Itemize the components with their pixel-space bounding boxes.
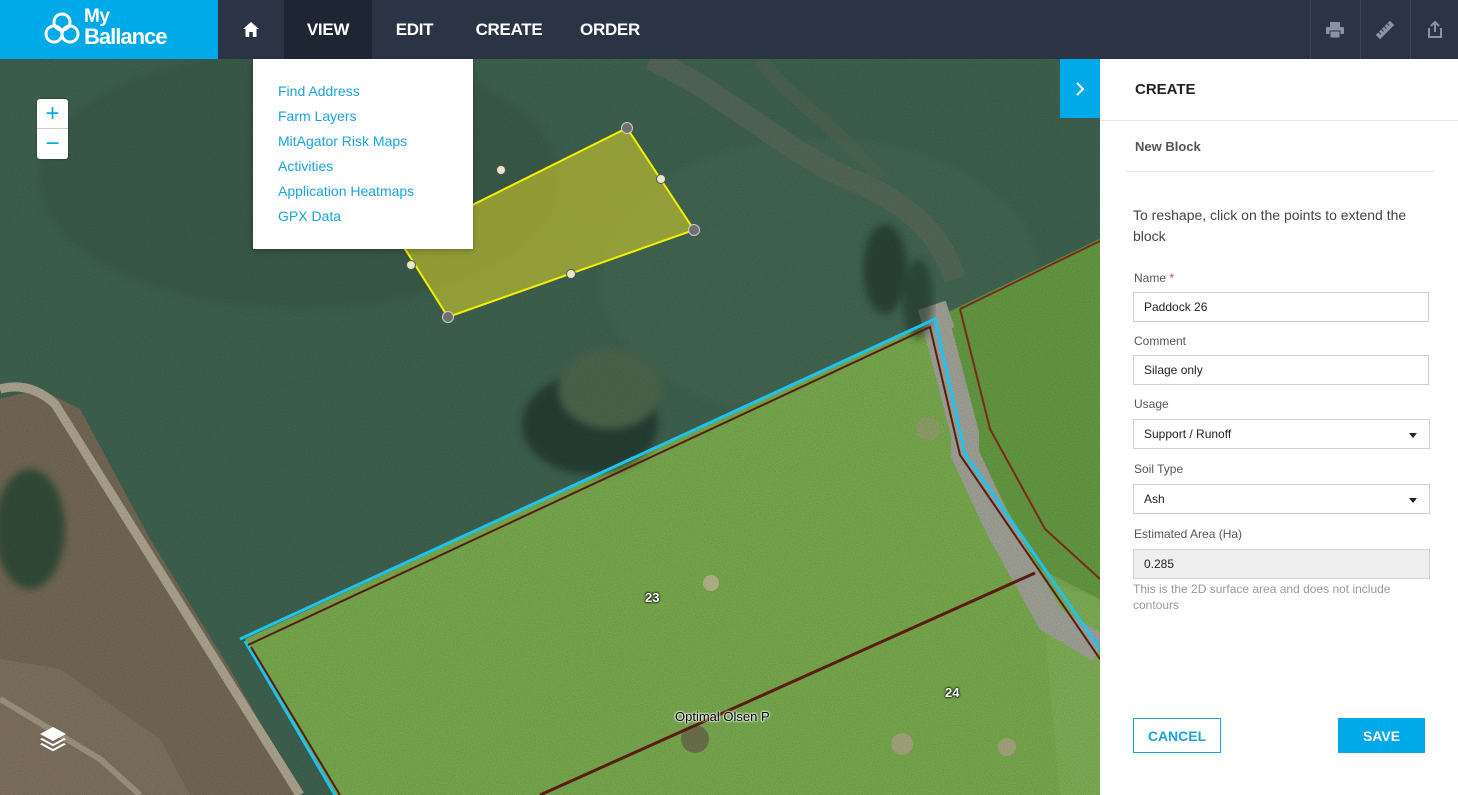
- menu-item-mitagator-risk-maps[interactable]: MitAgator Risk Maps: [253, 131, 473, 156]
- usage-select[interactable]: Support / Runoff: [1133, 419, 1430, 449]
- chevron-right-icon: [1076, 81, 1085, 96]
- area-label: Estimated Area (Ha): [1134, 527, 1243, 541]
- create-panel: CREATE New Block To reshape, click on th…: [1100, 59, 1458, 795]
- layers-button[interactable]: [38, 724, 70, 756]
- area-field: 0.285: [1133, 549, 1430, 579]
- share-icon: [1428, 21, 1442, 38]
- reshape-instructions: To reshape, click on the points to exten…: [1133, 207, 1407, 244]
- top-navigation-bar: My Ballance VIEW EDIT CREATE ORDER: [0, 0, 1458, 59]
- name-label-text: Name: [1134, 271, 1167, 285]
- myballance-logo[interactable]: My Ballance: [0, 0, 218, 59]
- usage-label: Usage: [1134, 397, 1169, 411]
- soil-type-select-value: Ash: [1144, 492, 1165, 506]
- required-marker: *: [1169, 271, 1175, 285]
- zoom-control: + −: [37, 99, 68, 159]
- panel-title: CREATE: [1100, 59, 1458, 121]
- menu-item-activities[interactable]: Activities: [253, 156, 473, 181]
- zoom-out-button[interactable]: −: [37, 129, 68, 159]
- aerial-map[interactable]: 23 24 Optimal Olsen P + −: [0, 59, 1100, 795]
- menu-item-gpx-data[interactable]: GPX Data: [253, 206, 473, 231]
- nav-home[interactable]: [218, 0, 284, 59]
- menu-item-find-address[interactable]: Find Address: [253, 81, 473, 106]
- nav-edit[interactable]: EDIT: [372, 0, 457, 59]
- nav-order[interactable]: ORDER: [561, 0, 659, 59]
- collapse-panel-button[interactable]: [1060, 59, 1100, 118]
- name-label: Name *: [1134, 271, 1174, 285]
- paddock-label-23: 23: [645, 590, 660, 605]
- area-note: This is the 2D surface area and does not…: [1133, 582, 1391, 612]
- logo-text-line2: Ballance: [84, 24, 167, 49]
- nav-view[interactable]: VIEW: [284, 0, 372, 59]
- farm-name-label: Optimal Olsen P: [675, 709, 770, 724]
- print-button[interactable]: [1311, 0, 1359, 59]
- logo-text: My Ballance: [84, 7, 167, 49]
- aerial-imagery: [0, 59, 1100, 795]
- home-icon: [243, 22, 259, 37]
- caret-down-icon: [1409, 498, 1417, 503]
- ruler-icon: [1376, 20, 1394, 39]
- zoom-in-button[interactable]: +: [37, 99, 68, 129]
- cancel-button[interactable]: CANCEL: [1133, 718, 1221, 753]
- nav-create[interactable]: CREATE: [457, 0, 561, 59]
- comment-field[interactable]: Silage only: [1133, 355, 1429, 385]
- paddock-label-24: 24: [945, 685, 960, 700]
- soil-type-select[interactable]: Ash: [1133, 484, 1430, 514]
- menu-item-farm-layers[interactable]: Farm Layers: [253, 106, 473, 131]
- soil-type-label: Soil Type: [1134, 462, 1184, 476]
- print-icon: [1326, 21, 1344, 38]
- share-button[interactable]: [1411, 0, 1458, 59]
- caret-down-icon: [1409, 433, 1417, 438]
- usage-select-value: Support / Runoff: [1144, 427, 1232, 441]
- panel-subtitle: New Block: [1126, 121, 1434, 172]
- menu-item-application-heatmaps[interactable]: Application Heatmaps: [253, 181, 473, 206]
- comment-label: Comment: [1134, 334, 1187, 348]
- save-button[interactable]: SAVE: [1338, 718, 1425, 753]
- view-menu: Find Address Farm Layers MitAgator Risk …: [253, 59, 473, 249]
- layers-icon: [40, 727, 66, 752]
- measure-button[interactable]: [1361, 0, 1409, 59]
- logo-rings-icon: [44, 12, 80, 44]
- name-field[interactable]: Paddock 26: [1133, 292, 1429, 322]
